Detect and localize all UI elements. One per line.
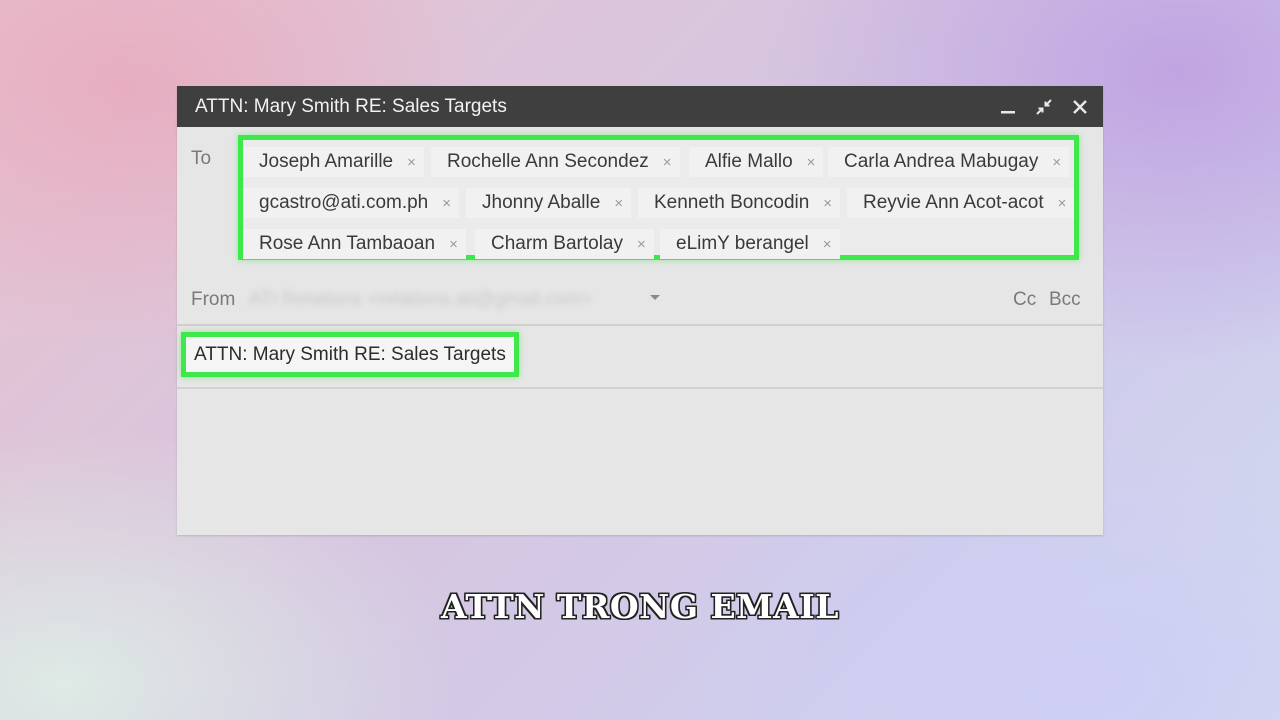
message-body[interactable] <box>177 389 1103 535</box>
remove-recipient-icon[interactable]: × <box>449 236 458 253</box>
subject-row: ATTN: Mary Smith RE: Sales Targets <box>177 326 1103 389</box>
recipient-name: Jhonny Aballe <box>482 192 601 213</box>
minimize-icon[interactable] <box>999 98 1017 116</box>
recipient-name: Reyvie Ann Acot-acot <box>863 192 1044 213</box>
recipient-chip[interactable]: eLimY berangel × <box>660 229 840 259</box>
recipient-name: Alfie Mallo <box>705 151 793 172</box>
from-label: From <box>191 289 236 310</box>
recipient-chip[interactable]: Rochelle Ann Secondez × <box>431 147 680 177</box>
remove-recipient-icon[interactable]: × <box>637 236 646 253</box>
remove-recipient-icon[interactable]: × <box>1058 195 1067 212</box>
recipient-chip[interactable]: Kenneth Boncodin × <box>638 188 841 218</box>
caption-text: ATTN TRONG EMAIL <box>441 587 839 626</box>
recipient-chip[interactable]: Carla Andrea Mabugay × <box>828 147 1070 177</box>
compose-titlebar: ATTN: Mary Smith RE: Sales Targets <box>177 86 1103 127</box>
exit-fullscreen-icon[interactable] <box>1035 98 1053 116</box>
recipient-chip[interactable]: Jhonny Aballe × <box>466 188 632 218</box>
compose-window: ATTN: Mary Smith RE: Sales Targets To Jo… <box>177 86 1103 535</box>
remove-recipient-icon[interactable]: × <box>823 195 832 212</box>
remove-recipient-icon[interactable]: × <box>1052 154 1061 171</box>
close-icon[interactable] <box>1071 98 1089 116</box>
recipient-name: Carla Andrea Mabugay <box>844 151 1039 172</box>
compose-title: ATTN: Mary Smith RE: Sales Targets <box>195 96 507 117</box>
recipient-chip[interactable]: Rose Ann Tambaoan × <box>243 229 466 259</box>
cc-link[interactable]: Cc <box>1013 289 1036 311</box>
subject-input[interactable]: ATTN: Mary Smith RE: Sales Targets <box>181 332 519 377</box>
from-address: ATI Relations <relations.ati@gmail.com> <box>249 289 593 310</box>
to-row: To Joseph Amarille × Rochelle Ann Seconde… <box>177 127 1103 272</box>
remove-recipient-icon[interactable]: × <box>663 154 672 171</box>
remove-recipient-icon[interactable]: × <box>807 154 816 171</box>
remove-recipient-icon[interactable]: × <box>823 236 832 253</box>
recipient-chip[interactable]: gcastro@ati.com.ph × <box>243 188 460 218</box>
from-row: From ATI Relations <relations.ati@gmail.… <box>177 272 1103 326</box>
recipient-chip[interactable]: Charm Bartolay × <box>475 229 654 259</box>
recipient-chip[interactable]: Joseph Amarille × <box>243 147 424 177</box>
recipient-name: Rochelle Ann Secondez <box>447 151 649 172</box>
chevron-down-icon[interactable] <box>649 294 661 302</box>
recipient-name: Joseph Amarille <box>259 151 394 172</box>
remove-recipient-icon[interactable]: × <box>442 195 451 212</box>
recipient-chip[interactable]: Reyvie Ann Acot-acot × <box>847 188 1075 218</box>
recipient-name: Rose Ann Tambaoan <box>259 233 436 254</box>
recipient-chip[interactable]: Alfie Mallo × <box>689 147 824 177</box>
recipient-name: gcastro@ati.com.ph <box>259 192 429 213</box>
recipient-name: Charm Bartolay <box>491 233 623 254</box>
recipients-field[interactable]: Joseph Amarille × Rochelle Ann Secondez × … <box>238 135 1079 260</box>
remove-recipient-icon[interactable]: × <box>614 195 623 212</box>
to-label: To <box>191 148 212 169</box>
window-controls <box>999 86 1089 127</box>
bcc-link[interactable]: Bcc <box>1049 289 1081 311</box>
recipient-name: Kenneth Boncodin <box>654 192 810 213</box>
recipient-name: eLimY berangel <box>676 233 809 254</box>
remove-recipient-icon[interactable]: × <box>407 154 416 171</box>
